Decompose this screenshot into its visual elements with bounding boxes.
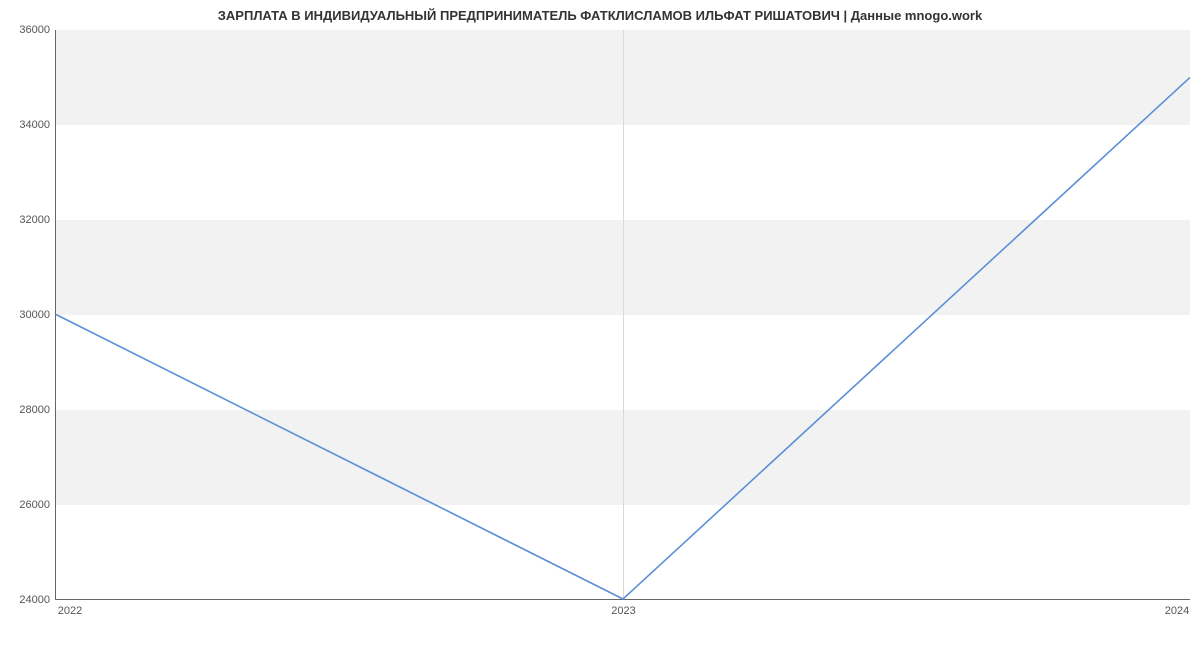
y-tick-label: 36000: [11, 24, 56, 36]
chart-title: ЗАРПЛАТА В ИНДИВИДУАЛЬНЫЙ ПРЕДПРИНИМАТЕЛ…: [0, 8, 1200, 23]
y-tick-label: 24000: [11, 594, 56, 606]
x-tick-label: 2023: [611, 599, 635, 617]
y-tick-label: 26000: [11, 499, 56, 511]
y-tick-label: 28000: [11, 404, 56, 416]
y-tick-label: 30000: [11, 309, 56, 321]
plot-area: 2400026000280003000032000340003600020222…: [55, 30, 1190, 600]
x-tick-label: 2022: [58, 599, 82, 617]
y-tick-label: 32000: [11, 214, 56, 226]
line-series: [56, 30, 1190, 599]
y-tick-label: 34000: [11, 119, 56, 131]
x-tick-label: 2024: [1165, 599, 1189, 617]
